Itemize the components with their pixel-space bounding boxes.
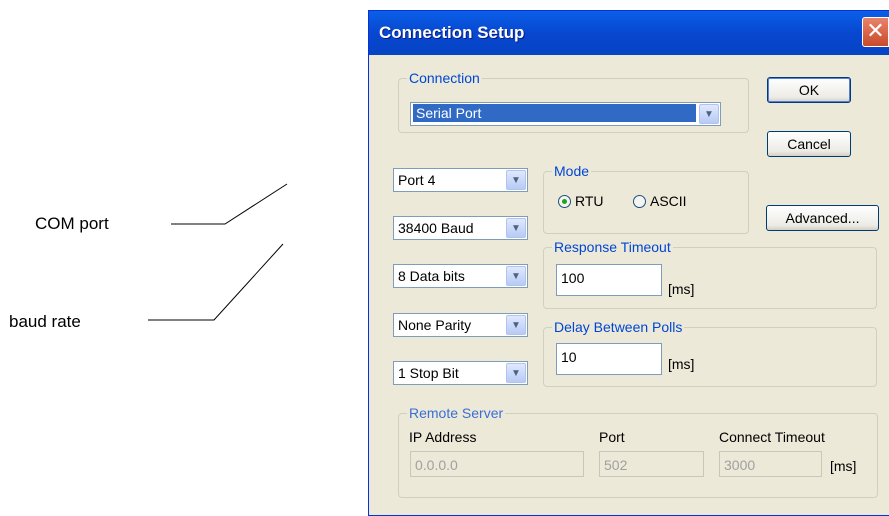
ip-address-input[interactable]: 0.0.0.0 — [410, 451, 584, 477]
chevron-down-icon[interactable]: ▼ — [506, 170, 526, 190]
mode-group: Mode — [543, 163, 749, 234]
connection-type-select[interactable]: Serial Port ▼ — [410, 102, 721, 126]
rtu-label[interactable]: RTU — [575, 193, 604, 209]
response-timeout-value: 100 — [561, 270, 585, 286]
chevron-down-icon[interactable]: ▼ — [506, 363, 526, 383]
data-bits-value: 8 Data bits — [398, 268, 465, 284]
ascii-label[interactable]: ASCII — [650, 193, 687, 209]
response-timeout-input[interactable]: 100 — [556, 264, 662, 296]
chevron-down-icon[interactable]: ▼ — [506, 266, 526, 286]
advanced-button[interactable]: Advanced... — [766, 205, 879, 231]
connect-timeout-input[interactable]: 3000 — [719, 451, 822, 477]
parity-select[interactable]: None Parity ▼ — [393, 313, 528, 337]
com-port-select[interactable]: Port 4 ▼ — [393, 168, 528, 192]
connect-timeout-label: Connect Timeout — [719, 429, 825, 445]
remote-port-value: 502 — [604, 457, 628, 473]
stop-bits-value: 1 Stop Bit — [398, 365, 459, 381]
ip-address-value: 0.0.0.0 — [415, 457, 458, 473]
com-port-value: Port 4 — [398, 172, 436, 188]
connection-setup-dialog: Connection Setup ✕ Connection Serial Por… — [368, 10, 889, 516]
baud-rate-value: 38400 Baud — [398, 220, 474, 236]
delay-between-polls-input[interactable]: 10 — [556, 343, 662, 375]
chevron-down-icon[interactable]: ▼ — [506, 315, 526, 335]
ok-button[interactable]: OK — [767, 77, 851, 103]
chevron-down-icon[interactable]: ▼ — [506, 218, 526, 238]
connect-timeout-value: 3000 — [724, 457, 756, 473]
delay-between-polls-unit: [ms] — [668, 356, 695, 372]
title-bar[interactable]: Connection Setup ✕ — [369, 11, 889, 55]
rtu-radio[interactable] — [558, 195, 571, 208]
ascii-radio[interactable] — [633, 195, 646, 208]
remote-port-input[interactable]: 502 — [599, 451, 704, 477]
response-timeout-legend: Response Timeout — [552, 239, 673, 255]
delay-between-polls-legend: Delay Between Polls — [552, 319, 685, 335]
mode-legend: Mode — [552, 163, 592, 179]
baud-rate-leader — [148, 243, 284, 321]
stop-bits-select[interactable]: 1 Stop Bit ▼ — [393, 361, 528, 385]
cancel-button[interactable]: Cancel — [767, 131, 851, 157]
remote-server-legend: Remote Server — [407, 405, 506, 421]
port-label: Port — [599, 429, 625, 445]
close-button[interactable]: ✕ — [862, 17, 889, 47]
parity-value: None Parity — [398, 317, 472, 333]
delay-between-polls-value: 10 — [561, 349, 577, 365]
com-port-leader — [171, 183, 288, 225]
chevron-down-icon[interactable]: ▼ — [699, 104, 719, 124]
connect-timeout-unit: [ms] — [830, 458, 857, 474]
ip-address-label: IP Address — [409, 429, 477, 445]
data-bits-select[interactable]: 8 Data bits ▼ — [393, 264, 528, 288]
connection-legend: Connection — [407, 70, 482, 86]
connection-type-value: Serial Port — [413, 104, 696, 122]
response-timeout-unit: [ms] — [668, 281, 695, 297]
dialog-title: Connection Setup — [379, 23, 525, 42]
close-icon: ✕ — [866, 18, 885, 43]
baud-rate-select[interactable]: 38400 Baud ▼ — [393, 216, 528, 240]
